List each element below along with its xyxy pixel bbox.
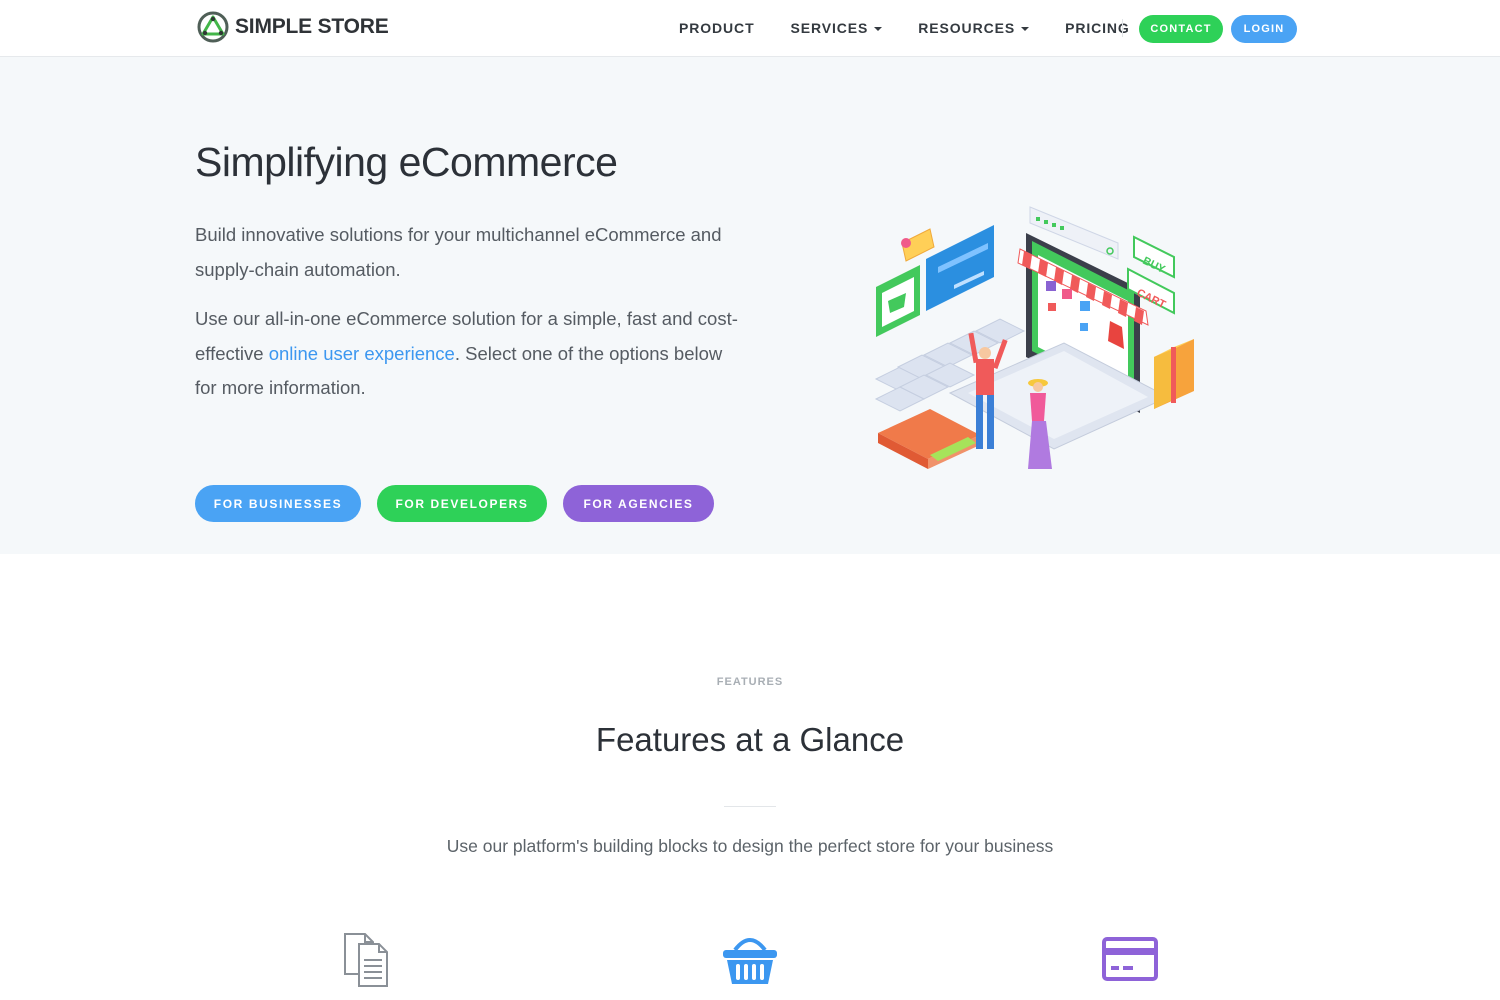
features-subtitle: Use our platform's building blocks to de… xyxy=(446,836,1054,856)
features-title: Features at a Glance xyxy=(595,721,905,758)
features-eyebrow: FEATURES xyxy=(716,676,784,688)
brand[interactable]: SIMPLE STORE xyxy=(197,11,389,43)
hero-paragraph: Use our all-in-one eCommerce solution fo… xyxy=(195,302,740,406)
gift-box-graphic xyxy=(1154,339,1194,409)
nav-item-label: RESOURCES xyxy=(918,20,1016,36)
for-businesses-button[interactable]: FOR BUSINESSES xyxy=(195,485,361,522)
nav-item-label: PRICING xyxy=(1065,20,1130,36)
nav-item-label: SERVICES xyxy=(790,20,869,36)
ecommerce-illustration: BUY CART xyxy=(874,206,1194,469)
login-button[interactable]: LOGIN xyxy=(1231,15,1297,43)
hero-section: Simplifying eCommerce Build innovative s… xyxy=(0,57,1500,554)
main-nav: PRODUCT SERVICES RESOURCES PRICING xyxy=(661,0,1148,56)
for-developers-button[interactable]: FOR DEVELOPERS xyxy=(377,485,547,522)
caret-down-icon xyxy=(1021,27,1030,31)
nav-item-services[interactable]: SERVICES xyxy=(773,20,901,36)
document-icon xyxy=(344,933,388,987)
for-agencies-button[interactable]: FOR AGENCIES xyxy=(563,485,714,522)
nav-item-label: PRODUCT xyxy=(679,20,755,36)
contact-button[interactable]: CONTACT xyxy=(1139,15,1223,43)
credit-card-icon xyxy=(1102,937,1158,981)
caret-down-icon xyxy=(874,27,883,31)
logo-icon xyxy=(197,11,229,43)
nav-item-product[interactable]: PRODUCT xyxy=(661,20,773,36)
brand-name: SIMPLE STORE xyxy=(235,15,389,38)
nav-divider xyxy=(1122,19,1123,37)
hero-title: Simplifying eCommerce xyxy=(195,139,618,185)
hero-paragraph: Build innovative solutions for your mult… xyxy=(195,224,722,280)
nav-item-pricing[interactable]: PRICING xyxy=(1047,20,1148,36)
shopping-basket-icon xyxy=(723,938,777,984)
navbar: SIMPLE STORE PRODUCT SERVICES RESOURCES … xyxy=(0,0,1500,57)
title-divider xyxy=(724,806,776,807)
nav-item-resources[interactable]: RESOURCES xyxy=(900,20,1047,36)
online-user-experience-link[interactable]: online user experience xyxy=(269,343,455,364)
